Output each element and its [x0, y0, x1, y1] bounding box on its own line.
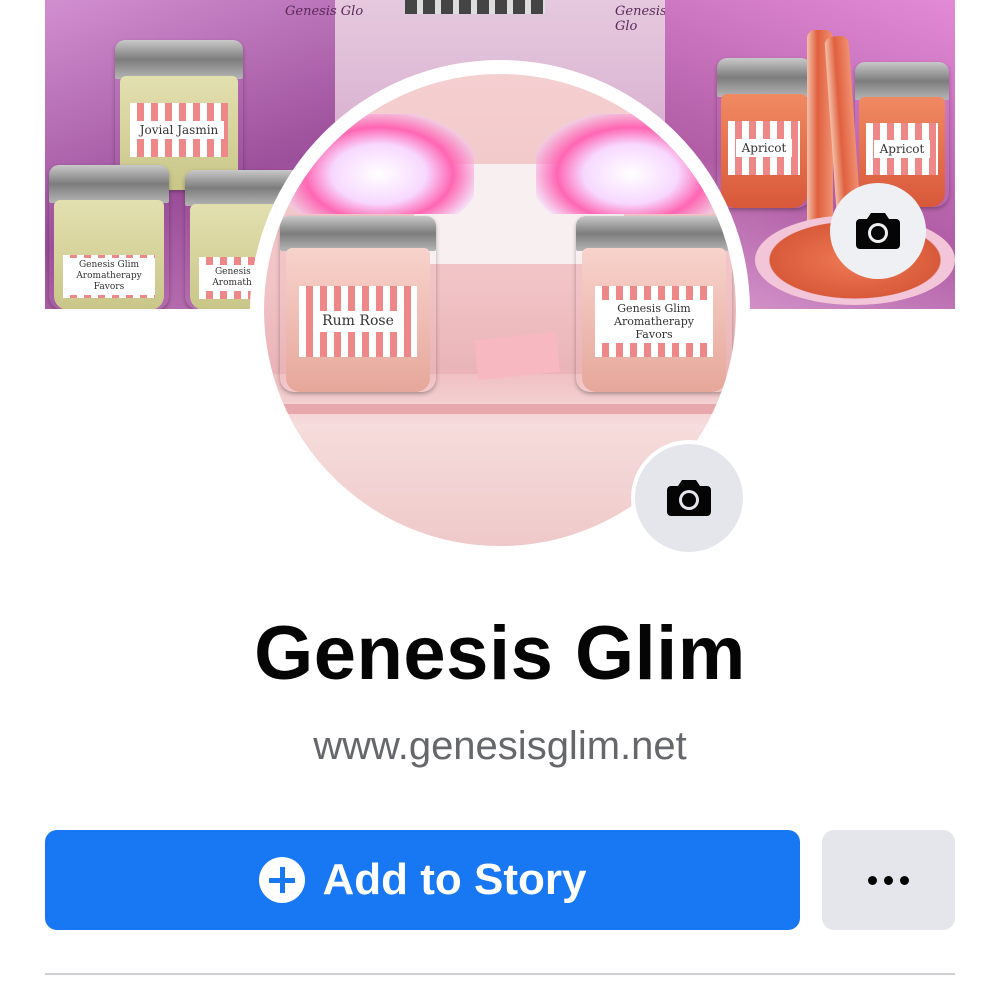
- more-options-button[interactable]: [822, 830, 955, 930]
- profile-pad: [474, 331, 560, 381]
- cover-jar-label: Jovial Jasmin: [133, 120, 225, 140]
- section-divider: [45, 973, 955, 975]
- cover-jar-label: Apricot: [735, 138, 793, 158]
- cover-jar-label: Genesis Glim Aromatherapy Favors: [63, 258, 155, 295]
- profile-jar: Rum Rose: [280, 216, 436, 392]
- cover-jar: Genesis Glim Aromatherapy Favors: [49, 165, 169, 309]
- page-website[interactable]: www.genesisglim.net: [0, 724, 1000, 769]
- cover-jar-label: Apricot: [873, 139, 931, 159]
- more-dots-icon: [868, 875, 877, 885]
- add-to-story-label: Add to Story: [322, 855, 587, 904]
- more-dots-icon-dot: [900, 875, 909, 885]
- cover-watermark: Genesis Glo: [285, 4, 364, 19]
- cover-decoration: [405, 0, 545, 14]
- cover-jar: Apricot: [717, 58, 811, 208]
- camera-icon: [667, 480, 711, 516]
- edit-cover-photo-button[interactable]: [830, 183, 926, 279]
- add-to-story-button[interactable]: Add to Story: [45, 830, 800, 930]
- profile-jar: Genesis Glim Aromatherapy Favors: [576, 216, 732, 392]
- more-dots-icon-dot: [884, 875, 893, 885]
- edit-profile-picture-button[interactable]: [631, 440, 747, 556]
- profile-crystal-left: [284, 114, 474, 214]
- plus-circle-icon: [258, 857, 305, 903]
- profile-jar-label: Rum Rose: [316, 311, 400, 332]
- profile-crystal-right: [536, 114, 726, 214]
- page-name: Genesis Glim: [254, 611, 746, 696]
- profile-shelf-edge: [264, 404, 736, 414]
- profile-jar-label: Genesis Glim Aromatherapy Favors: [594, 299, 714, 344]
- camera-icon: [856, 213, 900, 249]
- cover-watermark: Genesis Glo: [615, 4, 667, 34]
